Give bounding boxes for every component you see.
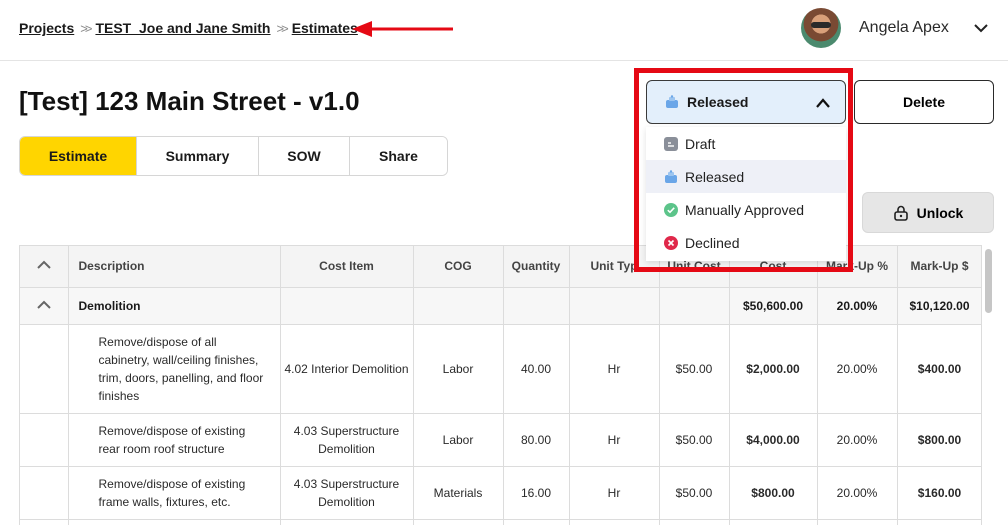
tab-estimate[interactable]: Estimate (20, 137, 137, 175)
row-unit: Hr (569, 324, 660, 414)
row-unit: Hr (569, 413, 660, 467)
group-cost: $50,600.00 (729, 287, 818, 325)
column-header-description[interactable]: Description (68, 246, 281, 288)
annotation-arrow-icon (352, 21, 453, 37)
tab-sow[interactable]: SOW (259, 137, 350, 175)
breadcrumb-project[interactable]: TEST_Joe and Jane Smith (95, 20, 270, 36)
table-scrollbar[interactable] (985, 249, 992, 313)
column-header-markup-amt[interactable]: Mark-Up $ (897, 246, 981, 288)
x-circle-icon (664, 235, 678, 250)
page-title: [Test] 123 Main Street - v1.0 (19, 86, 360, 116)
collapse-all-toggle[interactable] (20, 246, 69, 288)
row-unit: Hr (569, 466, 660, 520)
group-markup-pct: 20.00% (817, 287, 898, 325)
table-row[interactable]: Remove/dispose of existing rear room roo… (20, 413, 981, 467)
released-icon (665, 169, 677, 183)
row-description: Remove/dispose of existing frame walls, … (68, 466, 281, 520)
chevron-down-icon[interactable] (973, 20, 989, 36)
breadcrumb-separator-icon: >> (276, 20, 289, 36)
estimate-table: Description Cost Item COG Quantity Unit … (19, 245, 982, 525)
status-select[interactable]: Released (646, 80, 846, 124)
status-selected-label: Released (687, 94, 749, 110)
column-header-quantity[interactable]: Quantity (503, 246, 570, 288)
lock-icon (893, 205, 908, 221)
column-header-cost-item[interactable]: Cost Item (280, 246, 414, 288)
top-bar: Projects >> TEST_Joe and Jane Smith >> E… (0, 0, 1008, 61)
row-cost: $2,000.00 (729, 324, 818, 414)
unlock-button[interactable]: Unlock (862, 192, 994, 233)
row-cost-item: 4.03 Superstructure Demolition (280, 466, 414, 520)
row-markup-pct: 20.00% (817, 413, 898, 467)
row-markup-pct: 20.00% (817, 466, 898, 520)
row-cost: $4,000.00 (729, 413, 818, 467)
status-dropdown-menu: Draft Released Manually Approved Decline… (646, 127, 846, 261)
row-unit-cost: $50.00 (659, 324, 730, 414)
delete-button[interactable]: Delete (854, 80, 994, 124)
released-icon (666, 95, 678, 108)
column-header-cog[interactable]: COG (413, 246, 504, 288)
row-cost: $800.00 (729, 466, 818, 520)
group-name: Demolition (68, 287, 281, 325)
row-markup-amt: $800.00 (897, 413, 981, 467)
unlock-label: Unlock (916, 204, 964, 221)
status-option-draft[interactable]: Draft (646, 127, 846, 160)
row-cost-item: 4.02 Interior Demolition (280, 324, 414, 414)
row-unit-cost: $50.00 (659, 466, 730, 520)
avatar (801, 8, 841, 48)
user-name: Angela Apex (859, 19, 949, 36)
group-collapse-toggle[interactable] (20, 287, 69, 325)
row-markup-pct: 20.00% (817, 324, 898, 414)
row-cog: Materials (413, 466, 504, 520)
row-quantity: 16.00 (503, 466, 570, 520)
row-cog: Labor (413, 413, 504, 467)
row-cost-item: 4.03 Superstructure Demolition (280, 413, 414, 467)
table-group-row: Demolition $50,600.00 20.00% $10,120.00 (20, 287, 981, 325)
breadcrumb-separator-icon: >> (80, 20, 92, 36)
table-row[interactable]: Remove/dispose of all cabinetry, wall/ce… (20, 324, 981, 414)
check-circle-icon (664, 202, 678, 217)
tab-summary[interactable]: Summary (137, 137, 259, 175)
breadcrumb-estimates[interactable]: Estimates (292, 20, 358, 36)
row-description: Remove/dispose of all cabinetry, wall/ce… (68, 324, 281, 414)
row-quantity: 40.00 (503, 324, 570, 414)
table-row[interactable] (20, 519, 981, 525)
tab-share[interactable]: Share (350, 137, 447, 175)
breadcrumb-projects[interactable]: Projects (19, 20, 74, 36)
status-option-declined[interactable]: Declined (646, 226, 846, 259)
status-option-released[interactable]: Released (646, 160, 846, 193)
row-unit-cost: $50.00 (659, 413, 730, 467)
user-menu[interactable]: Angela Apex (801, 8, 989, 48)
tab-bar: Estimate Summary SOW Share (19, 136, 448, 176)
row-quantity: 80.00 (503, 413, 570, 467)
row-description: Remove/dispose of existing rear room roo… (68, 413, 281, 467)
chevron-up-icon[interactable] (815, 96, 831, 110)
draft-icon (664, 136, 678, 151)
row-markup-amt: $400.00 (897, 324, 981, 414)
breadcrumb: Projects >> TEST_Joe and Jane Smith >> E… (19, 20, 358, 36)
chevron-up-icon[interactable] (37, 300, 51, 310)
group-markup-amt: $10,120.00 (897, 287, 981, 325)
row-markup-amt: $160.00 (897, 466, 981, 520)
status-option-manually-approved[interactable]: Manually Approved (646, 193, 846, 226)
table-row[interactable]: Remove/dispose of existing frame walls, … (20, 466, 981, 520)
row-cog: Labor (413, 324, 504, 414)
chevron-up-icon[interactable] (37, 260, 51, 270)
